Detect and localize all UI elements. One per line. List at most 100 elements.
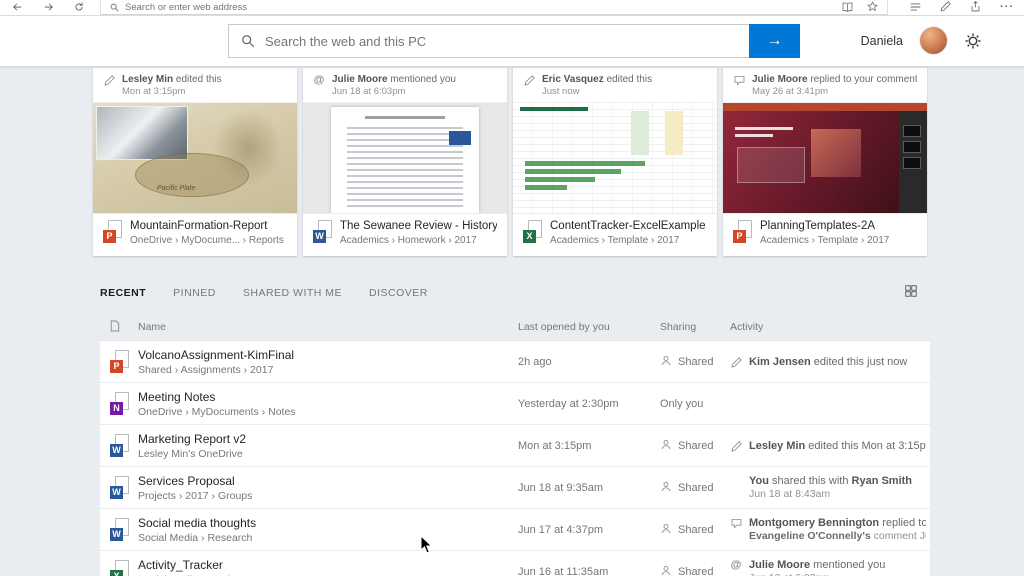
powerpoint-ribbon <box>723 103 927 111</box>
mouse-cursor <box>420 535 434 555</box>
column-sharing[interactable]: Sharing <box>660 321 730 333</box>
card-breadcrumb: Academics › Template › 2017 <box>760 235 889 246</box>
tab-shared-with-me[interactable]: SHARED WITH ME <box>243 287 342 299</box>
shared-person-icon <box>660 523 672 537</box>
activity-cell: You shared this with Ryan Smith Jun 18 a… <box>730 475 930 500</box>
table-row-activity-tracker[interactable]: X Activity_Tracker Social Media › Tracke… <box>100 551 930 576</box>
web-note-icon[interactable] <box>940 0 951 17</box>
card-title[interactable]: The Sewanee Review - History <box>340 220 497 232</box>
settings-gear-icon[interactable] <box>964 32 982 50</box>
table-row-meeting-notes[interactable]: N Meeting Notes OneDrive › MyDocuments ›… <box>100 383 930 425</box>
grid-view-icon[interactable] <box>905 285 917 297</box>
column-last-opened[interactable]: Last opened by you <box>518 321 660 333</box>
file-path: OneDrive › MyDocuments › Notes <box>138 406 506 418</box>
activity-date: May 26 at 3:41pm <box>752 86 917 97</box>
edit-icon <box>103 75 115 86</box>
share-icon[interactable] <box>970 0 981 17</box>
search-icon <box>241 34 255 48</box>
column-activity[interactable]: Activity <box>730 321 930 333</box>
address-bar[interactable] <box>100 0 888 15</box>
slide-title-line <box>735 127 793 130</box>
search-box[interactable]: → <box>228 24 800 58</box>
browser-toolbar: ··· <box>0 0 1024 16</box>
column-name[interactable]: Name <box>138 321 518 333</box>
excel-file-icon: X <box>523 220 542 243</box>
spreadsheet-grid <box>513 103 717 213</box>
slide-text-line <box>735 134 773 137</box>
file-name[interactable]: Services Proposal <box>138 474 506 488</box>
file-name[interactable]: Marketing Report v2 <box>138 432 506 446</box>
file-path: Social Media › Research <box>138 532 506 544</box>
user-name[interactable]: Daniela <box>861 34 903 48</box>
mountain-photo <box>97 107 187 159</box>
card-footer: P PlanningTemplates-2A Academics › Templ… <box>723 212 927 256</box>
search-input[interactable] <box>255 25 749 57</box>
card-title[interactable]: ContentTracker-ExcelExample <box>550 220 706 232</box>
sharing-status: Shared <box>660 481 730 495</box>
document-icon <box>110 320 138 335</box>
main-content: Lesley Min edited this Mon at 3:15pm Pac… <box>0 66 1024 576</box>
shared-person-icon <box>660 565 672 576</box>
sharing-status: Shared <box>660 523 730 537</box>
thumbnail-spreadsheet[interactable] <box>513 102 717 214</box>
forward-icon[interactable] <box>43 0 54 17</box>
slide-thumb <box>903 125 921 137</box>
table-row-social-media-thoughts[interactable]: W Social media thoughts Social Media › R… <box>100 509 930 551</box>
url-input[interactable] <box>125 2 836 13</box>
file-name[interactable]: Activity_Tracker <box>138 558 506 572</box>
map-label: Pacific Plate <box>157 185 196 192</box>
mention-icon: @ <box>313 75 325 86</box>
card-contenttracker-excel[interactable]: Eric Vasquez edited this Just now X <box>513 68 717 256</box>
thumbnail-map[interactable]: Pacific Plate <box>93 102 297 214</box>
thumbnail-document[interactable] <box>303 102 507 214</box>
slide-thumb <box>903 157 921 169</box>
card-sewanee-review[interactable]: @ Julie Moore mentioned you Jun 18 at 6:… <box>303 68 507 256</box>
word-file-icon: W <box>110 434 129 457</box>
card-mountainformation-report[interactable]: Lesley Min edited this Mon at 3:15pm Pac… <box>93 68 297 256</box>
avatar[interactable] <box>920 27 947 54</box>
reading-view-icon[interactable] <box>842 0 853 17</box>
card-breadcrumb: Academics › Template › 2017 <box>550 235 706 246</box>
refresh-icon[interactable] <box>74 0 84 17</box>
last-opened: Jun 17 at 4:37pm <box>518 524 660 536</box>
favorites-star-icon[interactable] <box>867 0 878 17</box>
more-icon[interactable]: ··· <box>1000 2 1014 13</box>
comment-icon <box>733 75 745 86</box>
file-path: Projects › 2017 › Groups <box>138 490 506 502</box>
activity-date: Mon at 3:15pm <box>122 86 222 97</box>
table-row-services-proposal[interactable]: W Services Proposal Projects › 2017 › Gr… <box>100 467 930 509</box>
activity-text: Lesley Min edited this <box>122 74 222 85</box>
table-header: Name Last opened by you Sharing Activity <box>100 314 930 340</box>
card-title[interactable]: PlanningTemplates-2A <box>760 220 889 232</box>
page-header: → Daniela <box>0 15 1024 66</box>
file-name[interactable]: Meeting Notes <box>138 390 506 404</box>
search-go-button[interactable]: → <box>749 24 800 58</box>
activity-text: Julie Moore mentioned you <box>332 74 456 85</box>
slide-thumb <box>903 141 921 153</box>
tab-pinned[interactable]: PINNED <box>173 287 216 299</box>
thumbnail-presentation[interactable] <box>723 102 927 214</box>
activity-text: Eric Vasquez edited this <box>542 74 652 85</box>
file-path: Shared › Assignments › 2017 <box>138 364 506 376</box>
file-name[interactable]: VolcanoAssignment-KimFinal <box>138 348 506 362</box>
spreadsheet-green-column <box>631 111 649 155</box>
tab-discover[interactable]: DISCOVER <box>369 287 428 299</box>
excel-file-icon: X <box>110 560 129 576</box>
card-title[interactable]: MountainFormation-Report <box>130 220 284 232</box>
spreadsheet-title-line <box>520 107 588 111</box>
table-row-marketing-report[interactable]: W Marketing Report v2 Lesley Min's OneDr… <box>100 425 930 467</box>
chart-bar <box>525 161 645 166</box>
last-opened: Mon at 3:15pm <box>518 440 660 452</box>
table-row-volcanoassignment[interactable]: P VolcanoAssignment-KimFinal Shared › As… <box>100 341 930 383</box>
tab-recent[interactable]: RECENT <box>100 287 146 299</box>
document-text-lines <box>347 127 463 207</box>
chart-bar <box>525 169 621 174</box>
hub-icon[interactable] <box>910 0 921 17</box>
file-name[interactable]: Social media thoughts <box>138 516 506 530</box>
back-icon[interactable] <box>12 0 23 17</box>
chart-bar <box>525 185 567 190</box>
card-footer: P MountainFormation-Report OneDrive › My… <box>93 212 297 256</box>
card-planningtemplates[interactable]: Julie Moore replied to your comment May … <box>723 68 927 256</box>
onenote-file-icon: N <box>110 392 129 415</box>
recent-cards-row: Lesley Min edited this Mon at 3:15pm Pac… <box>93 68 927 256</box>
